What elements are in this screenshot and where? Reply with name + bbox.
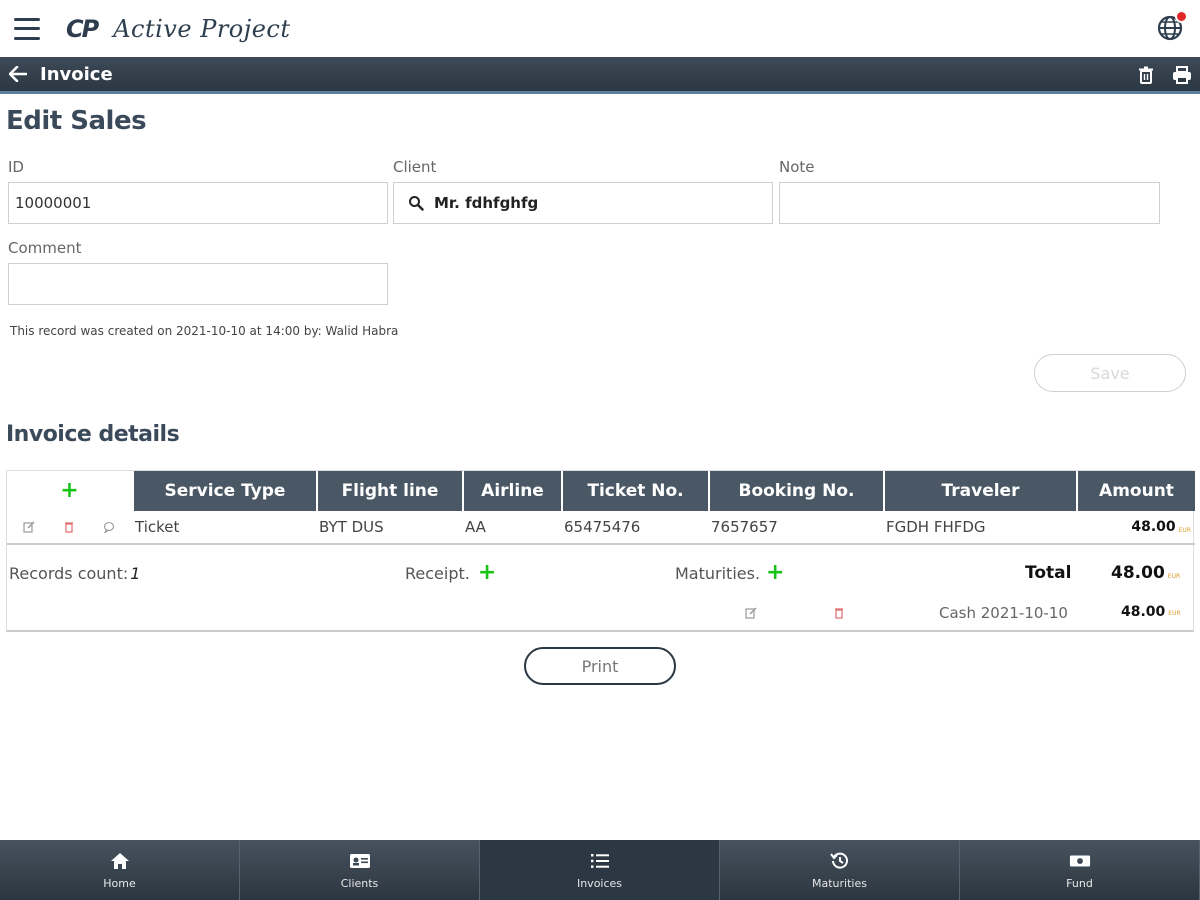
total-amount: 48.00 EUR <box>1111 559 1180 587</box>
records-count: Records count: 1 <box>9 559 140 587</box>
cell-traveler: FGDH FHFDG <box>886 518 986 536</box>
add-row-cell: + <box>7 471 132 511</box>
comment-bubble-icon[interactable] <box>103 521 115 533</box>
money-icon <box>1069 851 1091 871</box>
home-icon <box>109 851 131 871</box>
trash-icon[interactable] <box>1136 65 1156 85</box>
receipt-label: Receipt. <box>405 563 470 583</box>
payment-row: Cash 2021-10-10 48.00 EUR <box>7 601 1195 625</box>
col-airline: Airline <box>462 471 561 511</box>
app-name: Active Project <box>113 14 291 43</box>
top-header: CP Active Project <box>0 0 1200 57</box>
nav-clients[interactable]: Clients <box>240 840 480 900</box>
cell-service-type: Ticket <box>135 518 180 536</box>
add-row-plus-icon[interactable]: + <box>60 480 78 502</box>
col-amount: Amount <box>1076 471 1195 511</box>
row-actions <box>23 511 115 543</box>
logo-mark: CP <box>66 14 99 43</box>
title-bar: Invoice <box>0 57 1200 94</box>
app-logo: CP Active Project <box>66 15 291 43</box>
col-traveler: Traveler <box>883 471 1076 511</box>
col-flight-line: Flight line <box>316 471 462 511</box>
nav-home-label: Home <box>103 876 136 890</box>
history-icon <box>829 851 851 871</box>
cell-booking-no: 7657657 <box>711 518 778 536</box>
globe-icon[interactable] <box>1156 10 1188 42</box>
cell-airline: AA <box>465 518 486 536</box>
col-ticket-no: Ticket No. <box>561 471 708 511</box>
app-root: CP Active Project Invoice Edit Sales ID … <box>0 0 1200 900</box>
id-label: ID <box>8 158 24 176</box>
note-field[interactable] <box>779 182 1160 224</box>
cell-flight-line: BYT DUS <box>319 518 384 536</box>
total-label: Total <box>1025 563 1072 583</box>
add-maturity-plus-icon[interactable]: + <box>766 562 784 584</box>
payment-label: Cash 2021-10-10 <box>939 604 1068 622</box>
maturities-section: Maturities. + <box>675 559 784 587</box>
notification-badge <box>1175 10 1188 23</box>
records-count-label: Records count: <box>9 563 129 583</box>
client-field[interactable]: Mr. fdhfghfg <box>393 182 773 224</box>
nav-home[interactable]: Home <box>0 840 240 900</box>
payment-amount-value: 48.00 <box>1121 604 1166 620</box>
nav-maturities[interactable]: Maturities <box>720 840 960 900</box>
delete-icon[interactable] <box>63 521 75 533</box>
printer-icon[interactable] <box>1172 65 1192 85</box>
total-value: 48.00 <box>1111 563 1165 583</box>
add-receipt-plus-icon[interactable]: + <box>478 562 496 584</box>
total-currency: EUR <box>1167 572 1181 580</box>
bottom-nav: Home Clients Invoices Maturities Fund <box>0 840 1200 900</box>
save-button[interactable]: Save <box>1034 354 1186 392</box>
col-booking-no: Booking No. <box>708 471 883 511</box>
title-actions <box>1136 65 1192 85</box>
id-card-icon <box>349 851 371 871</box>
print-button[interactable]: Print <box>524 647 676 685</box>
search-icon[interactable] <box>408 195 424 211</box>
client-label: Client <box>393 158 437 176</box>
hamburger-menu-icon[interactable] <box>14 17 40 40</box>
table-row[interactable]: Ticket BYT DUS AA 65475476 7657657 FGDH … <box>7 511 1195 545</box>
payment-delete-icon[interactable] <box>833 607 845 619</box>
back-arrow-icon[interactable] <box>8 64 28 84</box>
payment-currency: EUR <box>1168 610 1181 617</box>
receipt-section: Receipt. + <box>405 559 496 587</box>
records-count-value: 1 <box>130 563 141 583</box>
cell-ticket-no: 65475476 <box>564 518 641 536</box>
cell-amount: 48.00 EUR <box>1076 511 1191 543</box>
nav-fund[interactable]: Fund <box>960 840 1200 900</box>
page-title: Invoice <box>40 63 113 85</box>
col-service-type: Service Type <box>132 471 316 511</box>
nav-invoices[interactable]: Invoices <box>480 840 720 900</box>
comment-label: Comment <box>8 239 82 257</box>
client-value: Mr. fdhfghfg <box>434 194 539 212</box>
maturities-label: Maturities. <box>675 563 761 583</box>
table-header: + Service Type Flight line Airline Ticke… <box>7 471 1195 511</box>
payment-amount: 48.00 EUR <box>1121 604 1181 620</box>
edit-sales-heading: Edit Sales <box>6 106 147 136</box>
nav-invoices-label: Invoices <box>576 876 623 890</box>
created-info: This record was created on 2021-10-10 at… <box>10 324 399 338</box>
summary-row: Records count: 1 Receipt. + Maturities. … <box>7 559 1195 587</box>
comment-field[interactable] <box>8 263 388 305</box>
invoice-details-table: + Service Type Flight line Airline Ticke… <box>6 470 1195 632</box>
nav-clients-label: Clients <box>340 876 379 890</box>
nav-fund-label: Fund <box>1066 876 1093 890</box>
id-field[interactable]: 10000001 <box>8 182 388 224</box>
invoice-details-heading: Invoice details <box>6 422 180 447</box>
amount-value: 48.00 <box>1131 519 1176 535</box>
edit-icon[interactable] <box>23 521 35 533</box>
list-icon <box>589 851 611 871</box>
nav-maturities-label: Maturities <box>812 876 867 890</box>
note-label: Note <box>779 158 815 176</box>
payment-edit-icon[interactable] <box>745 607 757 619</box>
currency-label: EUR <box>1178 526 1191 534</box>
